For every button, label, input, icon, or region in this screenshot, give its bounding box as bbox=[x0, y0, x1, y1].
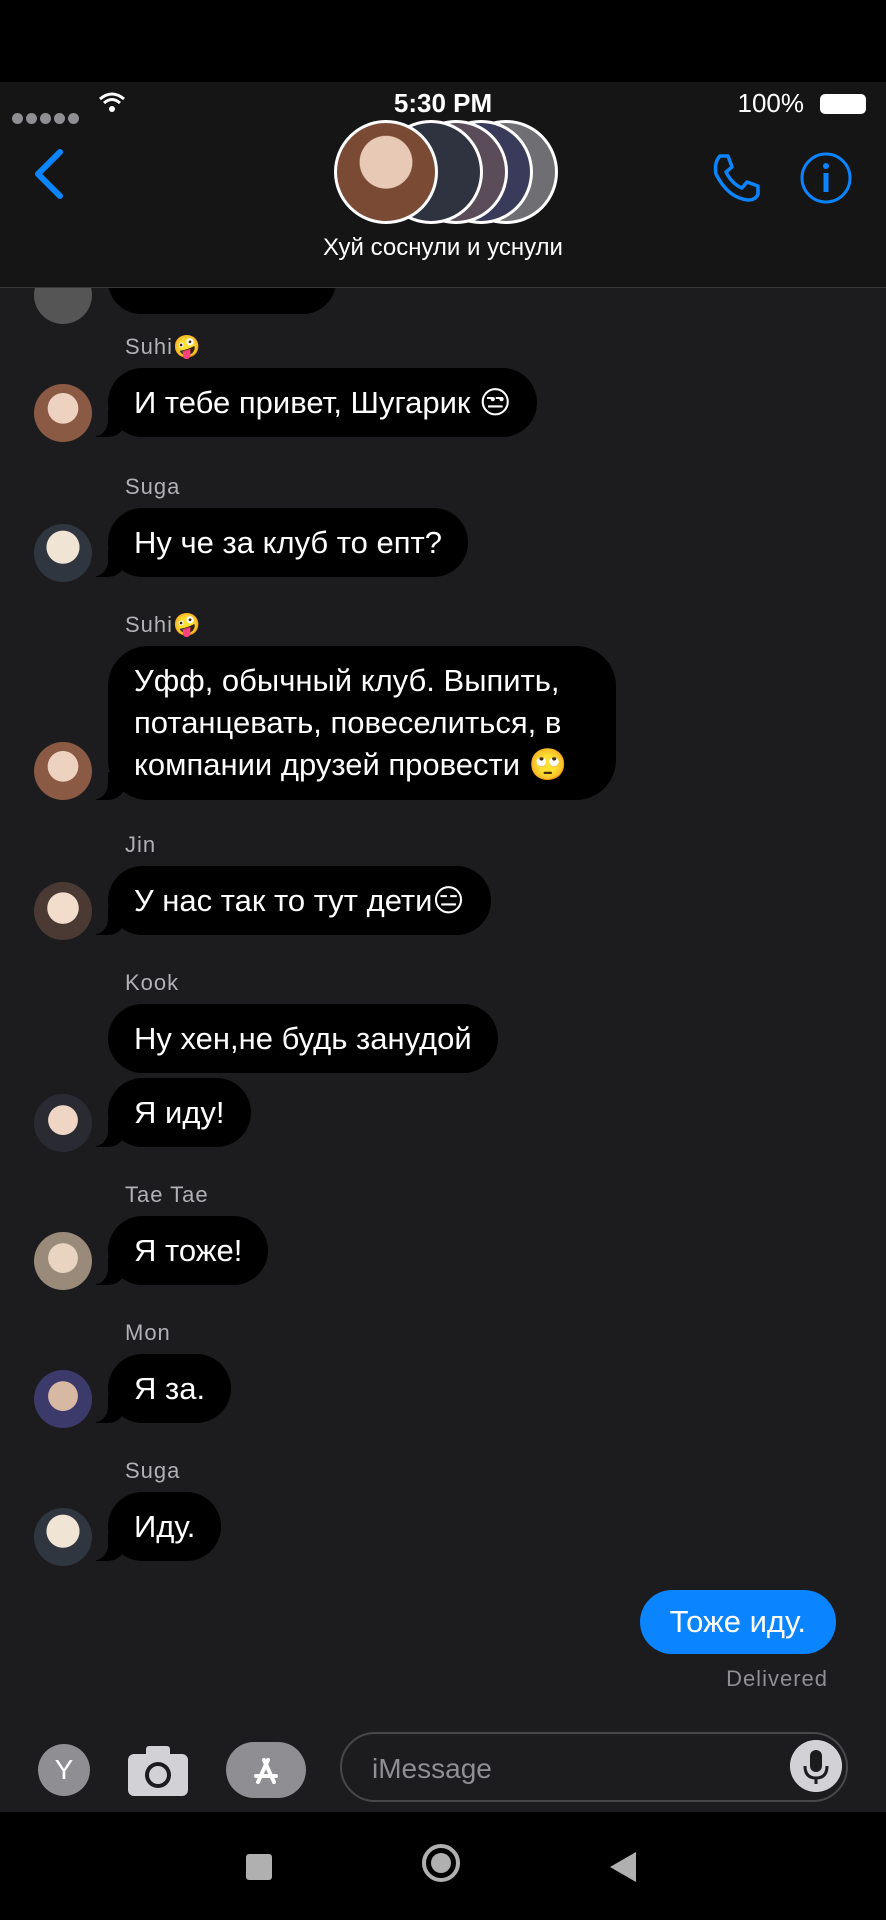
message-composer: Y iMessage bbox=[0, 1718, 886, 1812]
avatar bbox=[34, 1370, 92, 1428]
phone-icon[interactable] bbox=[708, 150, 764, 206]
group-member-avatar bbox=[334, 120, 438, 224]
device-top-bar bbox=[0, 0, 886, 82]
camera-icon[interactable] bbox=[126, 1742, 190, 1798]
sender-name: Kook bbox=[125, 970, 180, 995]
message-bubble[interactable]: У нас так то тут дети😑 bbox=[82, 866, 491, 935]
message-bubble-partial bbox=[108, 288, 336, 314]
conversation-title[interactable]: Хуй соснули и уснули bbox=[0, 234, 886, 262]
app-store-icon bbox=[254, 1758, 278, 1784]
message-bubble[interactable]: Иду. bbox=[81, 1492, 222, 1561]
avatar bbox=[34, 1508, 92, 1566]
battery-icon bbox=[820, 94, 866, 114]
home-icon[interactable] bbox=[422, 1844, 460, 1882]
sender-name: Tae Tae bbox=[125, 1182, 209, 1207]
microphone-icon[interactable] bbox=[790, 1740, 842, 1792]
android-nav-bar bbox=[0, 1812, 886, 1920]
sender-name: Jin bbox=[125, 832, 157, 857]
avatar bbox=[34, 1094, 92, 1152]
group-avatar-stack[interactable] bbox=[334, 120, 558, 224]
avatar bbox=[34, 1232, 92, 1290]
outgoing-message-bubble[interactable]: Тоже иду. bbox=[639, 1590, 836, 1654]
message-bubble[interactable]: Ну хен,не будь занудой bbox=[108, 1004, 498, 1073]
avatar bbox=[34, 742, 92, 800]
sender-name: Suhi🤪 bbox=[125, 612, 202, 637]
imessage-input[interactable]: iMessage bbox=[340, 1732, 848, 1802]
back-triangle-icon[interactable] bbox=[610, 1852, 636, 1882]
profile-avatar-button[interactable]: Y bbox=[38, 1744, 90, 1796]
avatar bbox=[34, 882, 92, 940]
delivery-status: Delivered bbox=[726, 1666, 828, 1691]
battery-percent: 100% bbox=[737, 88, 805, 118]
sender-name: Suga bbox=[125, 474, 181, 499]
info-icon[interactable] bbox=[798, 150, 854, 206]
message-bubble[interactable]: И тебе привет, Шугарик 😒 bbox=[81, 368, 538, 437]
sender-name: Mon bbox=[125, 1320, 171, 1345]
back-chevron-icon[interactable] bbox=[30, 148, 70, 200]
message-list[interactable]: Suhi🤪 И тебе привет, Шугарик 😒 Suga Ну ч… bbox=[0, 288, 886, 1718]
message-bubble[interactable]: Я тоже! bbox=[81, 1216, 269, 1285]
status-bar: 5:30 PM 100% bbox=[0, 84, 886, 124]
message-bubble[interactable]: Ну че за клуб то епт? bbox=[82, 508, 468, 577]
sender-name: Suga bbox=[125, 1458, 181, 1483]
message-bubble[interactable]: Я иду! bbox=[82, 1078, 251, 1147]
avatar bbox=[34, 288, 92, 324]
avatar bbox=[34, 384, 92, 442]
message-bubble[interactable]: Я за. bbox=[81, 1354, 232, 1423]
app-store-button[interactable] bbox=[226, 1742, 306, 1798]
recent-apps-icon[interactable] bbox=[246, 1854, 272, 1880]
sender-name: Suhi🤪 bbox=[125, 334, 202, 359]
avatar bbox=[34, 524, 92, 582]
message-bubble[interactable]: Уфф, обычный клуб. Выпить, потанцевать, … bbox=[82, 646, 616, 800]
